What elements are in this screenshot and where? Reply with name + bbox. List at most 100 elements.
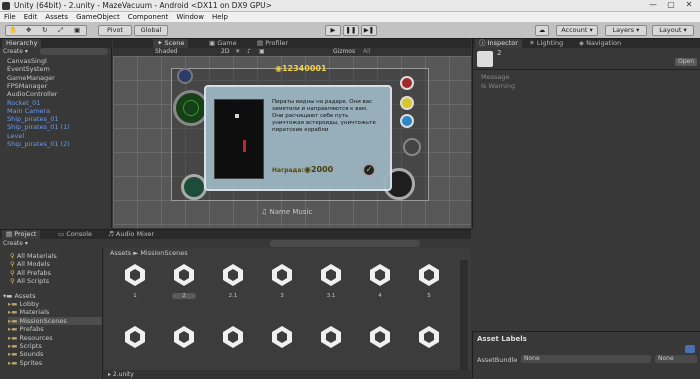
minimize-button[interactable]: — (644, 0, 662, 10)
scene-asset[interactable]: 3.1 (311, 262, 351, 299)
favorite-item[interactable]: ⚲ All Prefabs (10, 269, 51, 277)
scene-asset[interactable] (115, 324, 155, 352)
menu-assets[interactable]: Assets (45, 13, 68, 21)
scene-asset[interactable] (164, 324, 204, 352)
tab-project[interactable]: ▤ Project (2, 230, 41, 239)
menu-window[interactable]: Window (176, 13, 204, 21)
hierarchy-item[interactable]: Main Camera (7, 107, 50, 115)
scene-asset[interactable]: 5 (409, 262, 449, 299)
unity-scene-icon (321, 264, 341, 286)
menu-component[interactable]: Component (128, 13, 169, 21)
hand-tool-icon[interactable]: ✋ (9, 26, 17, 35)
shaded-dropdown[interactable]: Shaded (155, 48, 178, 55)
title-bar: Unity (64bit) - 2.unity - MazeVacuum - A… (0, 0, 700, 12)
lighting-toggle-icon[interactable]: ☀ (235, 48, 240, 55)
favorite-item[interactable]: ⚲ All Models (10, 260, 50, 268)
project-search-input[interactable] (270, 240, 420, 247)
global-toggle[interactable]: Global (134, 25, 168, 36)
menu-gameobject[interactable]: GameObject (76, 13, 120, 21)
cloud-icon[interactable]: ☁ (535, 25, 549, 36)
effects-toggle-icon[interactable]: ▣ (259, 48, 265, 55)
label-tag-icon[interactable] (685, 345, 695, 353)
project-folder-tree: ⚲ All Materials ⚲ All Models ⚲ All Prefabs… (0, 248, 103, 379)
scene-asset[interactable] (360, 324, 400, 352)
folder-item[interactable]: ▸▬ Sprites (8, 359, 102, 367)
tab-navigation[interactable]: ◈ Navigation (575, 39, 625, 48)
hierarchy-item[interactable]: GameManager (7, 74, 55, 82)
tab-lighting[interactable]: ☀ Lighting (525, 39, 567, 48)
inspector-panel: ⓘ Inspector ☀ Lighting ◈ Navigation 2 Op… (472, 39, 700, 228)
hierarchy-item[interactable]: AudioController (7, 91, 57, 98)
asset-bundle-dropdown[interactable]: None (521, 355, 651, 363)
tab-profiler[interactable]: ▤ Profiler (253, 39, 292, 48)
breadcrumb-missionscenes[interactable]: MissionScenes (140, 249, 187, 257)
transform-tools: ✋ ✥ ↻ ⤢ ▣ (5, 25, 87, 36)
scale-tool-icon[interactable]: ⤢ (58, 26, 63, 35)
maximize-button[interactable]: ▢ (662, 0, 680, 10)
hierarchy-item[interactable]: Ship_pirates_01 (1) (7, 124, 70, 131)
hierarchy-item[interactable]: Ship_pirates_01 (7, 116, 58, 123)
rect-tool-icon[interactable]: ▣ (74, 26, 80, 35)
project-create-button[interactable]: Create ▾ (3, 240, 28, 247)
assets-root-folder[interactable]: ▾▬ Assets (3, 292, 36, 300)
audio-toggle-icon[interactable]: ♪ (247, 48, 251, 55)
gizmos-dropdown[interactable]: Gizmos (333, 48, 355, 55)
scene-search-input[interactable]: All (363, 48, 370, 55)
folder-item[interactable]: ▸▬ Scripts (8, 342, 102, 350)
account-dropdown[interactable]: Account ▾ (556, 25, 598, 36)
pivot-toggle[interactable]: Pivot (98, 25, 132, 36)
folder-item[interactable]: ▸▬ Prefabs (8, 325, 102, 333)
layers-dropdown[interactable]: Layers ▾ (605, 25, 647, 36)
tab-hierarchy[interactable]: Hierarchy (2, 39, 42, 48)
hierarchy-create-button[interactable]: Create ▾ (3, 48, 28, 55)
mode-2d-toggle[interactable]: 2D (221, 48, 229, 55)
scene-asset[interactable]: 1 (115, 262, 155, 299)
tab-game[interactable]: ▣ Game (205, 39, 241, 48)
folder-item[interactable]: ▸▬ Lobby (8, 300, 102, 308)
asset-variant-dropdown[interactable]: None (655, 355, 697, 363)
favorite-item[interactable]: ⚲ All Materials (10, 252, 57, 260)
hierarchy-item[interactable]: EventSystem (7, 66, 50, 73)
scene-viewport[interactable]: ◉12340001 ♫ Name Music Пираты видны на р… (113, 56, 471, 228)
close-button[interactable]: ✕ (680, 0, 698, 10)
hierarchy-item[interactable]: Level (7, 132, 24, 140)
music-name: Name Music (269, 208, 313, 216)
folder-item[interactable]: ▸▬ MissionScenes (8, 316, 102, 325)
menu-edit[interactable]: Edit (24, 13, 38, 21)
unity-scene-icon (321, 326, 341, 348)
asset-grid-scrollbar[interactable] (460, 260, 468, 370)
menu-help[interactable]: Help (212, 13, 228, 21)
scene-asset[interactable] (213, 324, 253, 352)
play-button[interactable]: ▶ (325, 25, 341, 36)
layout-dropdown[interactable]: Layout ▾ (652, 25, 694, 36)
scene-asset[interactable]: 3 (262, 262, 302, 299)
pause-button[interactable]: ❚❚ (343, 25, 359, 36)
hierarchy-item[interactable]: CanvasSingl (7, 58, 47, 65)
menu-file[interactable]: File (4, 13, 16, 21)
hierarchy-item[interactable]: FPSManager (7, 82, 47, 90)
rotate-tool-icon[interactable]: ↻ (42, 26, 47, 35)
favorite-item[interactable]: ⚲ All Scripts (10, 277, 49, 285)
scene-asset[interactable] (262, 324, 302, 352)
scene-asset[interactable]: 4 (360, 262, 400, 299)
folder-item[interactable]: ▸▬ Sounds (8, 350, 102, 358)
folder-item[interactable]: ▸▬ Resources (8, 334, 102, 342)
hierarchy-search-input[interactable] (40, 48, 108, 55)
move-tool-icon[interactable]: ✥ (26, 26, 31, 35)
scene-asset[interactable] (311, 324, 351, 352)
tab-inspector[interactable]: ⓘ Inspector (475, 39, 522, 48)
tab-audio-mixer[interactable]: ♬ Audio Mixer (104, 230, 158, 239)
folder-item[interactable]: ▸▬ Materials (8, 308, 102, 316)
step-button[interactable]: ▶❚ (361, 25, 377, 36)
hierarchy-item[interactable]: Ship_pirates_01 (2) (7, 141, 70, 148)
tab-inspector-label: Inspector (487, 39, 518, 47)
breadcrumb-assets[interactable]: Assets (110, 249, 131, 257)
tab-scene[interactable]: ✦ Scene (153, 39, 189, 48)
open-button[interactable]: Open (675, 58, 697, 66)
scene-asset[interactable]: 2 (164, 262, 204, 299)
scene-asset[interactable] (409, 324, 449, 352)
tab-console[interactable]: ▭ Console (54, 230, 96, 239)
scene-asset[interactable]: 2.1 (213, 262, 253, 299)
hierarchy-item[interactable]: Rocket_01 (7, 99, 40, 107)
tab-profiler-label: Profiler (265, 39, 289, 47)
